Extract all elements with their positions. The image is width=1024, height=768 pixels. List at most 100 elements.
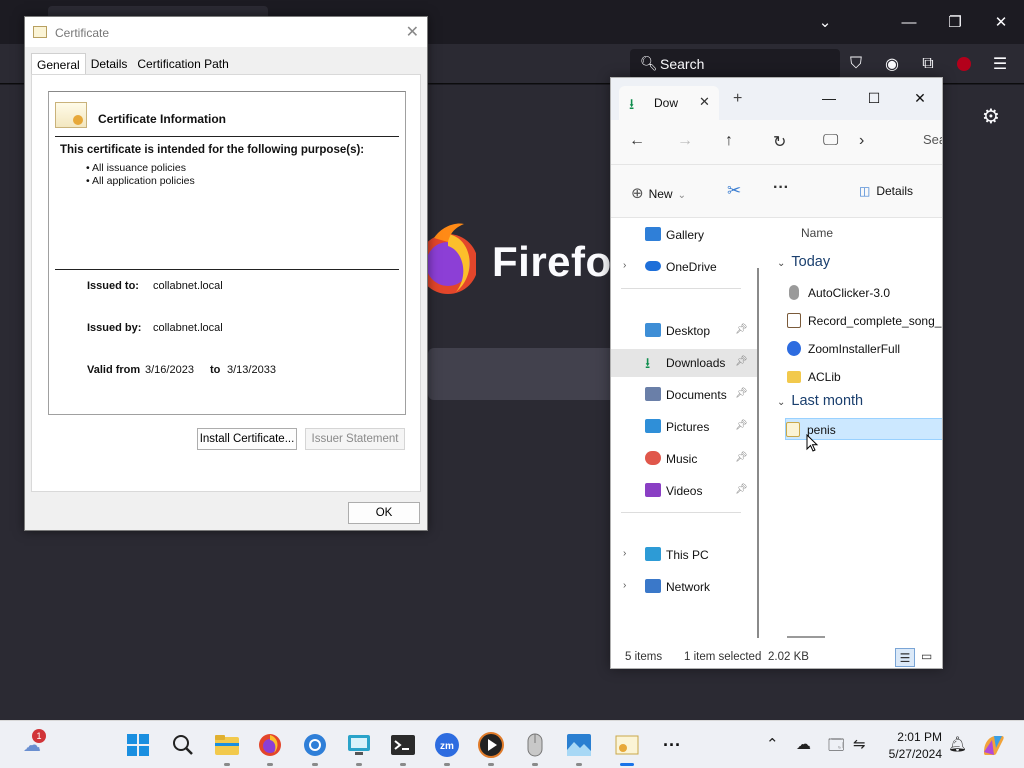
media-player-icon[interactable] — [477, 731, 505, 759]
pin-icon[interactable]: 📌︎ — [735, 452, 748, 463]
list-item[interactable]: AutoClicker-3.0 — [787, 282, 942, 304]
new-button[interactable]: ⊕ New ⌄ — [631, 184, 686, 202]
purpose-list: • All issuance policies • All applicatio… — [86, 162, 195, 188]
bell-icon[interactable]: 🔔︎ — [948, 735, 967, 753]
more-icon[interactable]: ··· — [658, 731, 686, 759]
details-view-icon[interactable]: ☰ — [895, 648, 915, 667]
horizontal-scrollbar[interactable] — [787, 636, 825, 638]
list-item[interactable]: Record_complete_song_@ — [787, 310, 942, 332]
divider — [55, 136, 399, 137]
column-header-name[interactable]: Name — [801, 226, 833, 240]
forward-icon[interactable]: → — [677, 132, 693, 150]
pocket-icon[interactable]: ⛉ — [844, 52, 868, 76]
ok-button[interactable]: OK — [348, 502, 420, 524]
device-icon[interactable]: 🗔︎ — [828, 735, 844, 760]
cut-icon[interactable]: ✂ — [727, 181, 741, 201]
search-field[interactable]: Sea — [923, 132, 942, 147]
group-header-last-month[interactable]: ⌄ Last month — [777, 393, 863, 409]
certificate-app-icon[interactable] — [613, 731, 641, 759]
firefox-search-field[interactable]: 🔍︎ Search — [630, 49, 840, 79]
gear-icon[interactable]: ⚙ — [982, 104, 1000, 129]
sidebar-item-network[interactable]: › Network — [611, 573, 757, 601]
chevron-right-icon[interactable]: › — [623, 580, 626, 591]
firefox-newtab-search[interactable] — [428, 348, 618, 400]
refresh-icon[interactable]: ↻ — [773, 132, 786, 152]
tab-certification-path[interactable]: Certification Path — [132, 53, 233, 75]
chevron-right-icon[interactable]: › — [623, 260, 626, 271]
running-indicator — [312, 763, 318, 766]
install-certificate-button[interactable]: Install Certificate... — [197, 428, 297, 450]
desktop-icon — [645, 323, 661, 337]
sidebar-item-videos[interactable]: Videos 📌︎ — [611, 477, 757, 505]
explorer-tab[interactable]: ⭳ Dow ✕ — [619, 86, 719, 120]
menu-icon[interactable]: ☰ — [988, 52, 1012, 76]
close-icon[interactable]: ✕ — [978, 8, 1024, 36]
back-icon[interactable]: ← — [629, 132, 645, 150]
restore-icon[interactable]: ❐ — [932, 8, 978, 36]
pin-icon[interactable]: 📌︎ — [735, 484, 748, 495]
close-icon[interactable]: ✕ — [900, 84, 940, 112]
minimize-icon[interactable]: — — [886, 8, 932, 36]
group-header-today[interactable]: ⌄ Today — [777, 254, 830, 270]
clock-date[interactable]: 5/27/2024 — [882, 747, 942, 761]
maximize-icon[interactable]: ☐ — [854, 84, 894, 112]
pin-icon[interactable]: 📌︎ — [735, 324, 748, 335]
pin-icon[interactable]: 📌︎ — [735, 356, 748, 367]
sidebar-item-this-pc[interactable]: › This PC — [611, 541, 757, 569]
chevron-right-icon[interactable]: › — [623, 548, 626, 559]
close-icon[interactable]: ✕ — [406, 22, 419, 42]
general-tab-panel: Certificate Information This certificate… — [31, 74, 421, 492]
remote-desktop-icon[interactable] — [345, 731, 373, 759]
terminal-icon[interactable] — [389, 731, 417, 759]
search-icon[interactable] — [169, 731, 197, 759]
zoom-icon[interactable]: zm — [433, 731, 461, 759]
account-icon[interactable]: ◉ — [880, 52, 904, 76]
search-icon: 🔍︎ — [640, 55, 658, 71]
tab-label: Dow — [654, 96, 679, 110]
extensions-icon[interactable]: ⧉ — [916, 52, 940, 76]
firefox-icon[interactable] — [256, 731, 284, 759]
sidebar-item-downloads[interactable]: ⭳ Downloads 📌︎ — [611, 349, 757, 377]
new-tab-icon[interactable]: + — [733, 90, 742, 108]
list-item[interactable]: ACLib — [787, 366, 942, 388]
pane-scrollbar[interactable] — [757, 268, 759, 638]
clock-time[interactable]: 2:01 PM — [882, 730, 942, 744]
sidebar-item-desktop[interactable]: Desktop 📌︎ — [611, 317, 757, 345]
more-options-icon[interactable]: ··· — [773, 179, 789, 197]
sidebar-item-pictures[interactable]: Pictures 📌︎ — [611, 413, 757, 441]
details-button[interactable]: ◫ Details — [859, 184, 913, 198]
close-tab-icon[interactable]: ✕ — [699, 94, 710, 110]
autoclicker-icon[interactable] — [521, 731, 549, 759]
pin-icon[interactable]: 📌︎ — [735, 420, 748, 431]
list-item[interactable]: ZoomInstallerFull — [787, 338, 942, 360]
chevron-up-icon[interactable]: ⌃ — [766, 735, 779, 753]
sidebar-item-label: Gallery — [666, 228, 705, 242]
tiles-view-icon[interactable]: ▭ — [921, 649, 932, 663]
certificate-seal-icon — [55, 102, 87, 128]
monitor-icon[interactable]: 🖵︎ — [823, 132, 838, 150]
minimize-icon[interactable]: — — [809, 84, 849, 112]
image-viewer-icon[interactable] — [565, 731, 593, 759]
breadcrumb-chevron-icon[interactable]: › — [859, 132, 864, 150]
selection-count: 1 item selected — [684, 651, 762, 663]
pin-icon[interactable]: 📌︎ — [735, 388, 748, 399]
sidebar-item-onedrive[interactable]: › OneDrive — [611, 253, 757, 281]
network-icon[interactable]: ⇋ — [853, 735, 866, 753]
cloud-offline-icon[interactable]: ☁ — [796, 735, 811, 753]
sidebar-item-music[interactable]: Music 📌︎ — [611, 445, 757, 473]
videos-icon — [645, 483, 661, 497]
list-all-tabs-icon[interactable]: ⌄ — [802, 8, 848, 36]
sidebar-item-gallery[interactable]: Gallery — [611, 221, 757, 249]
ublock-icon[interactable] — [952, 52, 976, 76]
start-icon[interactable] — [124, 731, 152, 759]
copilot-icon[interactable] — [980, 731, 1008, 759]
file-explorer-icon[interactable] — [213, 731, 241, 759]
tab-general[interactable]: General — [31, 53, 86, 75]
sidebar-item-documents[interactable]: Documents 📌︎ — [611, 381, 757, 409]
search-placeholder: Search — [660, 56, 705, 72]
details-label: Details — [876, 184, 914, 198]
up-icon[interactable]: ↑ — [725, 132, 733, 150]
chrome-icon[interactable] — [301, 731, 329, 759]
tab-details[interactable]: Details — [86, 53, 133, 75]
issuer-statement-button[interactable]: Issuer Statement — [305, 428, 405, 450]
